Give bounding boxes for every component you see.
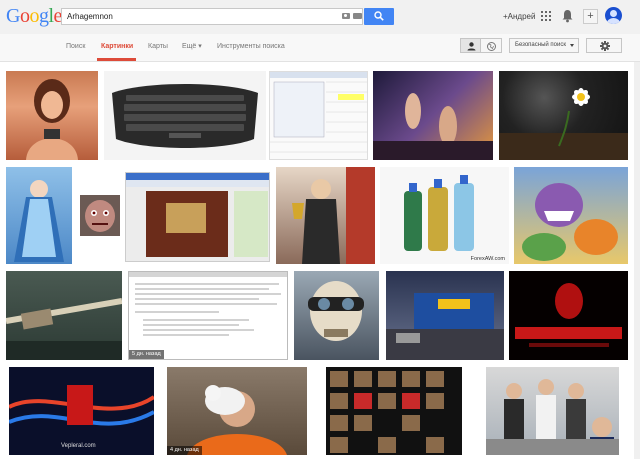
google-logo[interactable]: Google — [6, 5, 62, 27]
woman-photo — [26, 79, 78, 160]
man-with-cat-photo — [187, 385, 287, 455]
image-age-label: 5 дн. назад — [129, 350, 164, 359]
logo-letter: o — [19, 5, 30, 27]
tab-maps[interactable]: Карты — [148, 42, 168, 52]
search-nav-bar: Поиск Картинки Карты Ещё ▾ Инструменты п… — [0, 34, 640, 62]
image-result[interactable] — [386, 271, 504, 360]
image-result[interactable] — [125, 172, 270, 262]
snow-maiden-art — [14, 180, 64, 262]
image-age-label: 4 дн. назад — [167, 446, 202, 455]
image-source-label: Vepleral.com — [61, 443, 96, 449]
daisy-image — [499, 88, 628, 160]
search-button[interactable] — [364, 8, 394, 25]
game-website-screenshot — [126, 173, 269, 257]
search-icon — [374, 11, 384, 21]
google-images-page: Google Arhagemnon +Андрей + Поиск Картин — [0, 0, 640, 459]
ikea-store-photo — [386, 293, 504, 360]
logo-letter: o — [29, 5, 39, 27]
creature-face-image — [85, 200, 115, 232]
image-result[interactable] — [80, 195, 120, 236]
notifications-bell-icon[interactable] — [562, 9, 573, 23]
image-source-label: ForexAW.com — [470, 256, 505, 262]
image-result[interactable] — [6, 167, 72, 264]
image-result[interactable] — [294, 271, 379, 360]
search-query: Arhagemnon — [67, 12, 113, 21]
text-document-screenshot — [129, 272, 287, 336]
image-result[interactable] — [276, 167, 375, 264]
image-result[interactable] — [6, 71, 98, 160]
cartoon-cat-image — [522, 183, 618, 261]
image-result[interactable] — [6, 271, 122, 360]
photo-collage-image — [330, 371, 444, 453]
fantasy-art-image — [373, 93, 493, 160]
camera-icon[interactable] — [342, 13, 350, 19]
active-tab-indicator — [97, 58, 136, 61]
tab-search-tools[interactable]: Инструменты поиска — [217, 42, 285, 52]
image-result[interactable] — [269, 71, 368, 160]
share-plus-button[interactable]: + — [583, 9, 598, 24]
image-result[interactable] — [514, 167, 628, 264]
user-name-link[interactable]: +Андрей — [503, 12, 535, 21]
safe-search-dropdown[interactable]: Безопасный поиск — [509, 38, 579, 53]
skull-goggles-image — [308, 281, 364, 341]
image-result[interactable] — [104, 71, 266, 160]
keyboard-icon[interactable] — [353, 13, 362, 19]
group-of-people-photo — [486, 379, 619, 455]
global-results-button[interactable] — [481, 38, 502, 53]
image-result[interactable] — [509, 271, 628, 360]
image-result[interactable]: ForexAW.com — [380, 167, 509, 264]
abstract-logo-wallpaper — [9, 385, 154, 426]
settings-button[interactable] — [586, 38, 622, 53]
safe-search-label: Безопасный поиск — [515, 42, 566, 48]
image-result[interactable] — [326, 367, 462, 455]
spreadsheet-screenshot — [270, 72, 367, 153]
globe-icon — [487, 42, 496, 51]
gear-icon — [600, 41, 610, 51]
logo-letter: g — [38, 5, 49, 27]
image-result[interactable] — [499, 71, 628, 160]
machinery-photo — [6, 298, 122, 360]
logo-letter: G — [6, 5, 20, 27]
image-result[interactable] — [373, 71, 493, 160]
bottles-image — [404, 175, 474, 251]
tab-more[interactable]: Ещё ▾ — [182, 42, 202, 52]
tab-search[interactable]: Поиск — [66, 42, 85, 52]
figure-trophy-image — [292, 167, 375, 264]
image-result[interactable]: 4 дн. назад — [167, 367, 307, 455]
image-result[interactable] — [486, 367, 619, 455]
image-result[interactable]: Vepleral.com — [9, 367, 154, 455]
scrollbar[interactable] — [634, 62, 640, 459]
personal-results-button[interactable] — [460, 38, 481, 53]
apps-grid-icon[interactable] — [541, 11, 551, 21]
image-result[interactable]: 5 дн. назад — [128, 271, 288, 360]
carmageddon-logo-image — [515, 283, 622, 347]
search-input[interactable]: Arhagemnon — [61, 8, 363, 25]
tab-images[interactable]: Картинки — [101, 42, 133, 52]
top-bar: Google Arhagemnon +Андрей + — [0, 0, 640, 34]
keyboard-photo — [112, 84, 258, 148]
chevron-down-icon — [570, 44, 574, 47]
avatar[interactable] — [605, 7, 622, 24]
person-icon — [467, 42, 476, 51]
